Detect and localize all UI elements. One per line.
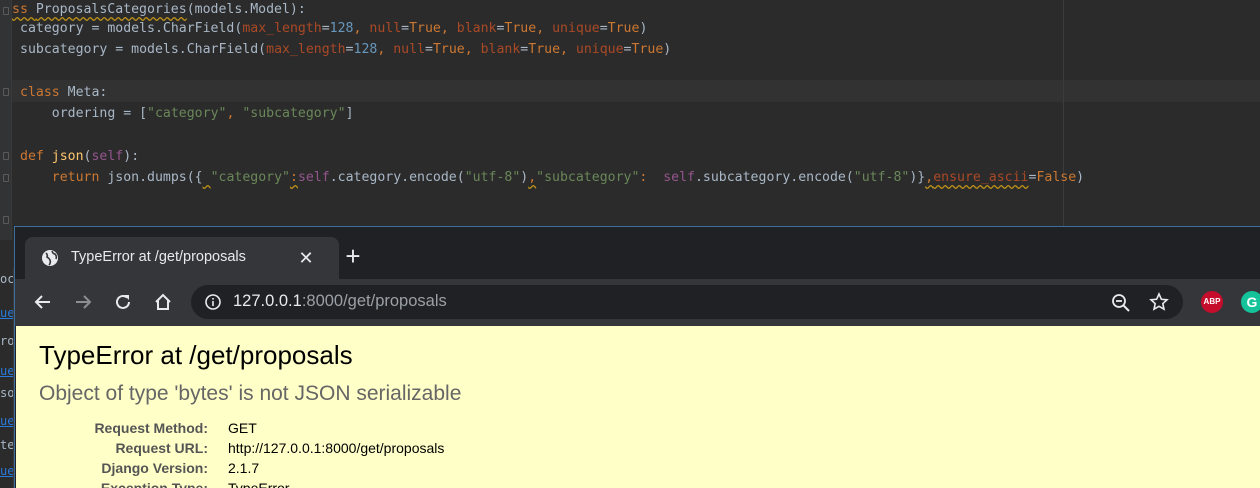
fold-marker-icon[interactable] xyxy=(3,216,9,224)
home-icon xyxy=(155,293,171,310)
browser-toolbar: 127.0.0.1:8000/get/proposals ABP G xyxy=(15,279,1260,326)
reload-icon xyxy=(116,294,130,309)
code-editor[interactable]: ss ProposalsCategories(models.Model): ca… xyxy=(0,0,1260,240)
code-line-4[interactable]: class Meta: xyxy=(20,82,107,103)
right-margin-guide xyxy=(1063,0,1064,240)
url-text[interactable]: 127.0.0.1:8000/get/proposals xyxy=(233,292,447,311)
list-item[interactable]: ue xyxy=(0,414,13,428)
grammarly-extension-icon[interactable]: G xyxy=(1241,291,1260,313)
new-tab-button[interactable]: + xyxy=(341,243,365,269)
close-icon[interactable]: ✕ xyxy=(295,247,317,269)
code-line-6[interactable]: def json(self): xyxy=(20,146,139,167)
address-bar[interactable]: 127.0.0.1:8000/get/proposals xyxy=(191,285,1183,319)
meta-value: http://127.0.0.1:8000/get/proposals xyxy=(228,440,445,456)
arrow-left-icon xyxy=(34,295,50,309)
meta-value: TypeError xyxy=(228,480,290,488)
fold-marker-icon[interactable] xyxy=(3,174,9,182)
code-line-1[interactable]: ss ProposalsCategories(models.Model): xyxy=(12,0,306,20)
info-icon[interactable] xyxy=(205,294,221,310)
fold-marker-icon[interactable] xyxy=(3,152,9,160)
editor-gutter xyxy=(0,0,12,240)
code-line-5[interactable]: ordering = ["category", "subcategory"] xyxy=(20,103,354,124)
list-item: oca xyxy=(0,272,14,286)
list-item: sou xyxy=(0,386,14,400)
code-line-7[interactable]: return json.dumps({ "category":self.cate… xyxy=(20,167,1084,188)
django-error-page: TypeError at /get/proposals Object of ty… xyxy=(16,326,1260,488)
list-item: te xyxy=(0,438,14,452)
bookmark-star-icon[interactable] xyxy=(1149,292,1169,312)
forward-button[interactable] xyxy=(71,290,95,314)
home-button[interactable] xyxy=(151,290,175,314)
list-item[interactable]: ue xyxy=(0,364,13,378)
arrow-right-icon xyxy=(76,295,92,309)
tab-strip: TypeError at /get/proposals ✕ + xyxy=(15,227,1260,279)
globe-icon xyxy=(42,250,58,266)
fold-marker-icon[interactable] xyxy=(3,88,9,96)
page-title: TypeError at /get/proposals xyxy=(39,340,353,370)
adblock-plus-extension-icon[interactable]: ABP xyxy=(1201,291,1223,313)
ide-run-panel-strip: oca ue roo ue sou ue te ue xyxy=(0,268,14,488)
meta-key: Exception Type: xyxy=(100,480,208,488)
list-item: roo xyxy=(0,334,14,348)
meta-key: Django Version: xyxy=(101,460,208,476)
list-item[interactable]: ue xyxy=(0,464,13,478)
tab-title: TypeError at /get/proposals xyxy=(71,249,246,265)
zoom-out-icon[interactable] xyxy=(1111,293,1131,313)
meta-key: Request URL: xyxy=(115,440,208,456)
exception-message: Object of type 'bytes' is not JSON seria… xyxy=(39,382,462,405)
back-button[interactable] xyxy=(31,290,55,314)
tab-active[interactable]: TypeError at /get/proposals ✕ xyxy=(25,237,339,279)
current-line-highlight xyxy=(12,80,1260,102)
code-line-2[interactable]: category = models.CharField(max_length=1… xyxy=(20,18,647,39)
meta-value: GET xyxy=(228,420,257,436)
meta-key: Request Method: xyxy=(94,420,208,436)
fold-marker-icon[interactable] xyxy=(3,7,9,15)
reload-button[interactable] xyxy=(111,290,135,314)
list-item[interactable]: ue xyxy=(0,306,13,320)
code-line-3[interactable]: subcategory = models.CharField(max_lengt… xyxy=(20,39,671,60)
meta-value: 2.1.7 xyxy=(228,460,260,476)
browser-window: TypeError at /get/proposals ✕ + 127.0.0.… xyxy=(14,226,1260,488)
